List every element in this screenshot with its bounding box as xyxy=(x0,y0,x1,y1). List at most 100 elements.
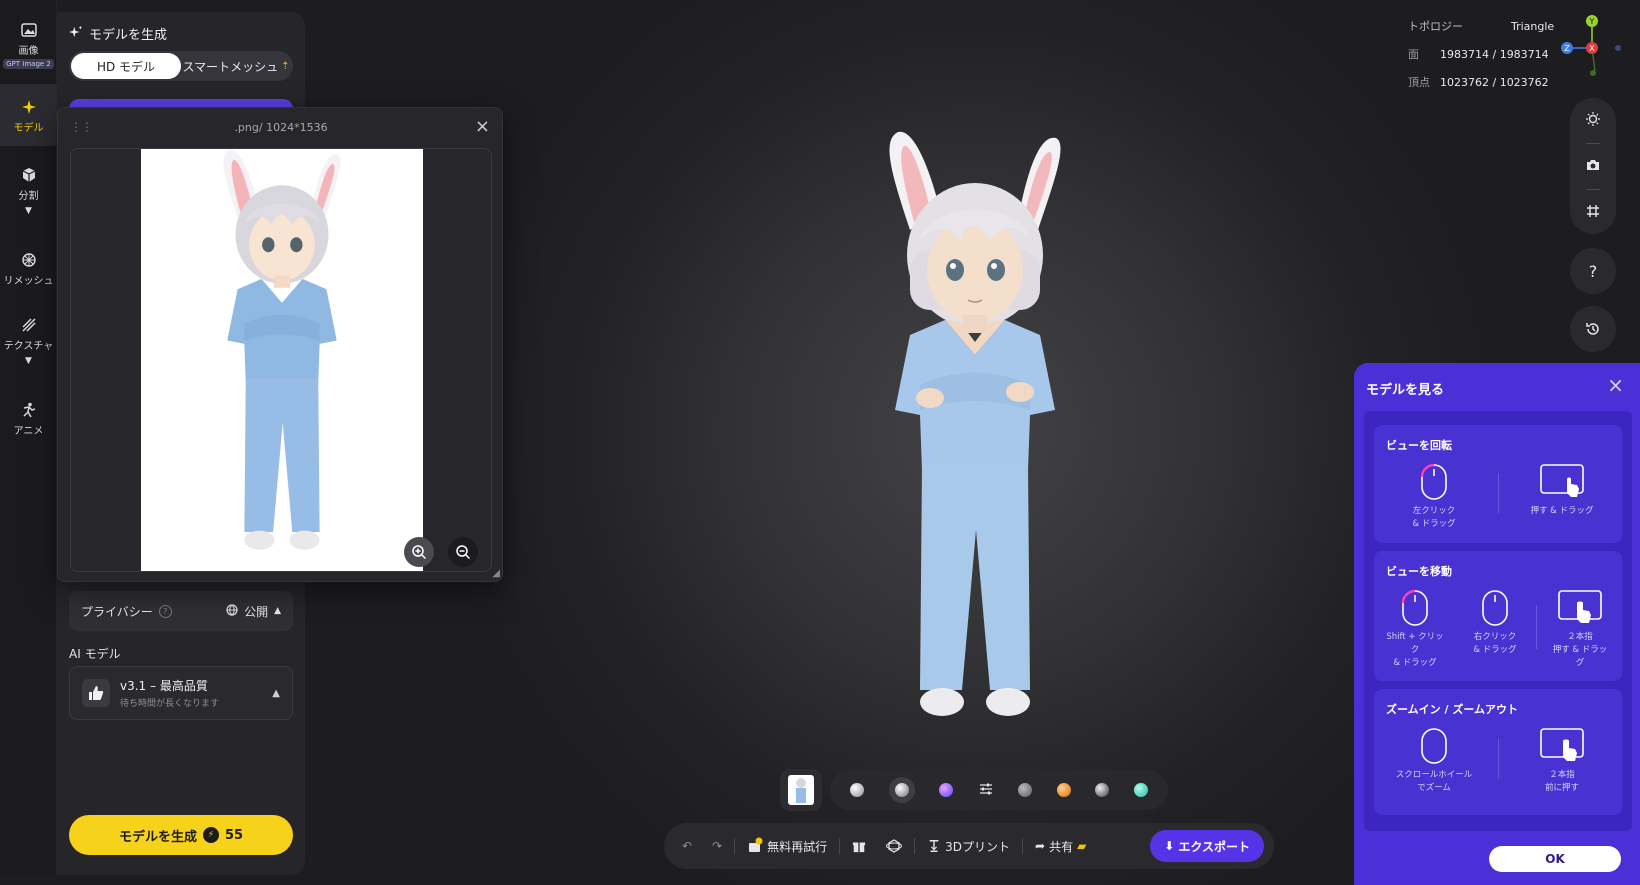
rotate-touch: 押す & ドラッグ xyxy=(1522,463,1602,518)
rail-item-split[interactable]: 分割 ▼ xyxy=(0,165,57,216)
generate-model-label: モデルを生成 xyxy=(118,829,197,845)
lighting-icon[interactable] xyxy=(1585,111,1601,130)
gift-button[interactable] xyxy=(844,830,874,862)
verts-value: 1023762 / 1023762 xyxy=(1440,75,1549,89)
help-button[interactable]: ? xyxy=(1570,248,1616,294)
rail-label-image: 画像 xyxy=(18,46,39,57)
model-mode-toggle: HD モデル スマートメッシュ ⇡ xyxy=(69,51,293,81)
mouse-wheel-icon xyxy=(1421,728,1447,764)
sparkle-icon xyxy=(19,97,39,117)
privacy-value: 公開 xyxy=(244,604,269,619)
material-clay-ball-selected[interactable] xyxy=(888,777,915,803)
material-gray-ball[interactable] xyxy=(1018,783,1033,797)
redo-button[interactable]: ↷ xyxy=(704,830,730,862)
tab-smart-mesh-label: スマートメッシュ xyxy=(182,59,279,74)
zoom-title: ズームイン / ズームアウト xyxy=(1386,703,1519,716)
chevron-down-icon: ▼ xyxy=(25,356,32,366)
action-toolbar: ↶ ↷ 無料再試行 3Dプリント ➦ 共有 ▰ ⬇ エクスポート xyxy=(664,823,1274,869)
gpt-image-badge: GPT Image 2 xyxy=(3,59,54,69)
panel-title: モデルを生成 xyxy=(69,24,167,43)
sparkle-icon xyxy=(69,25,83,43)
coin-icon: ▰ xyxy=(1077,839,1087,853)
bolt-icon: ⚡ xyxy=(202,827,219,843)
print-icon xyxy=(929,840,939,852)
close-icon[interactable]: × xyxy=(475,116,490,137)
zoom-wheel: スクロールホイール でズーム xyxy=(1392,727,1476,795)
model-thumbnail[interactable] xyxy=(780,769,822,811)
globe-icon xyxy=(226,603,238,619)
3d-model-figure xyxy=(889,131,1061,716)
move-right-click: 右クリック & ドラッグ xyxy=(1462,589,1528,657)
mouse-right-icon xyxy=(1482,590,1508,626)
export-button[interactable]: ⬇ エクスポート xyxy=(1150,830,1264,862)
zoom-out-button[interactable] xyxy=(448,537,478,567)
material-orange-ball[interactable] xyxy=(1056,783,1071,797)
verts-label: 頂点 xyxy=(1408,76,1430,89)
material-metal-ball[interactable] xyxy=(1095,783,1110,797)
two-finger-hand-icon xyxy=(1558,590,1602,623)
close-icon[interactable]: × xyxy=(1607,373,1624,397)
verts-row: 頂点 1023762 / 1023762 xyxy=(1408,68,1554,96)
ai-model-label: AI モデル xyxy=(69,647,121,661)
material-presets xyxy=(830,770,1168,810)
3d-print-button[interactable]: 3Dプリント xyxy=(919,830,1018,862)
ar-cube-icon xyxy=(886,839,903,853)
gift-icon xyxy=(853,842,866,853)
popup-title: .png/ 1024*1536 xyxy=(234,121,328,134)
ok-button[interactable]: OK xyxy=(1489,846,1621,872)
help-question-icon[interactable]: ? xyxy=(158,604,172,618)
axis-y-label: Y xyxy=(1589,17,1595,26)
rail-item-anime[interactable]: アニメ xyxy=(0,400,57,437)
move-right-label: 右クリック & ドラッグ xyxy=(1473,632,1517,655)
axis-gizmo[interactable]: Y Z X xyxy=(1552,12,1622,82)
undo-button[interactable]: ↶ xyxy=(674,830,700,862)
rail-item-remesh[interactable]: リメッシュ xyxy=(0,250,57,287)
rail-label-model: モデル xyxy=(13,122,44,134)
rail-item-texture[interactable]: テクスチャ ▼ xyxy=(0,315,57,366)
tab-smart-mesh[interactable]: スマートメッシュ ⇡ xyxy=(181,53,291,79)
privacy-label: プライバシー xyxy=(81,604,153,619)
sliders-icon[interactable] xyxy=(978,781,994,800)
grid-icon[interactable] xyxy=(1585,203,1601,222)
ok-label: OK xyxy=(1545,852,1565,866)
move-touch: ２本指 押す & ドラッ グ xyxy=(1544,589,1616,670)
tab-hd-model[interactable]: HD モデル xyxy=(71,53,181,79)
chevron-up-icon: ▲ xyxy=(274,606,281,616)
reference-image xyxy=(141,149,423,571)
free-retry-button[interactable]: 無料再試行 xyxy=(739,830,835,862)
history-icon xyxy=(1586,323,1599,335)
camera-icon[interactable] xyxy=(1585,157,1601,176)
history-button[interactable] xyxy=(1570,306,1616,352)
running-figure-icon xyxy=(19,400,39,420)
material-white-ball[interactable] xyxy=(850,783,865,797)
help-content: ビューを回転 左クリック & ドラッグ 押す & ドラッグ ビューを移動 Shi… xyxy=(1364,411,1632,831)
ar-view-button[interactable] xyxy=(878,830,910,862)
3d-print-label: 3Dプリント xyxy=(945,839,1011,854)
material-teal-ball[interactable] xyxy=(1133,783,1148,797)
generate-model-button[interactable]: モデルを生成 ⚡ 55 xyxy=(69,815,293,855)
touchpad-hand-icon xyxy=(1540,464,1584,497)
view-model-help-panel: モデルを見る × ビューを回転 左クリック & ドラッグ 押す & ドラッグ ビ… xyxy=(1354,363,1640,885)
generate-cost: 55 xyxy=(224,827,244,843)
mouse-shift-icon xyxy=(1401,589,1428,626)
rail-item-model[interactable]: モデル xyxy=(0,84,57,146)
material-normal-ball[interactable] xyxy=(939,783,954,797)
zoom-in-button[interactable] xyxy=(404,537,434,567)
share-button[interactable]: ➦ 共有 ▰ xyxy=(1027,830,1094,862)
export-label: エクスポート xyxy=(1178,839,1250,854)
move-title: ビューを移動 xyxy=(1386,565,1452,578)
panel-title-text: モデルを生成 xyxy=(89,28,168,43)
ai-model-select[interactable]: v3.1 – 最高品質 待ち時間が長くなります ▲ xyxy=(69,666,293,720)
rail-label-anime: アニメ xyxy=(13,426,44,437)
help-title: モデルを見る xyxy=(1366,383,1445,398)
privacy-row[interactable]: プライバシー ? 公開 ▲ xyxy=(69,591,293,631)
rail-item-image[interactable]: 画像 GPT Image 2 xyxy=(0,20,57,69)
undo-icon: ↶ xyxy=(682,839,693,853)
axis-z-label: Z xyxy=(1564,44,1570,53)
resize-handle-icon[interactable]: ◢ xyxy=(492,568,500,579)
preview-frame xyxy=(70,148,492,572)
topology-row: トポロジー Triangle xyxy=(1408,12,1554,40)
faces-value: 1983714 / 1983714 xyxy=(1440,47,1549,61)
move-shift-click: Shift + クリッ ク & ドラッグ xyxy=(1382,589,1448,670)
move-shift-label: Shift + クリッ ク & ドラッグ xyxy=(1386,632,1444,668)
